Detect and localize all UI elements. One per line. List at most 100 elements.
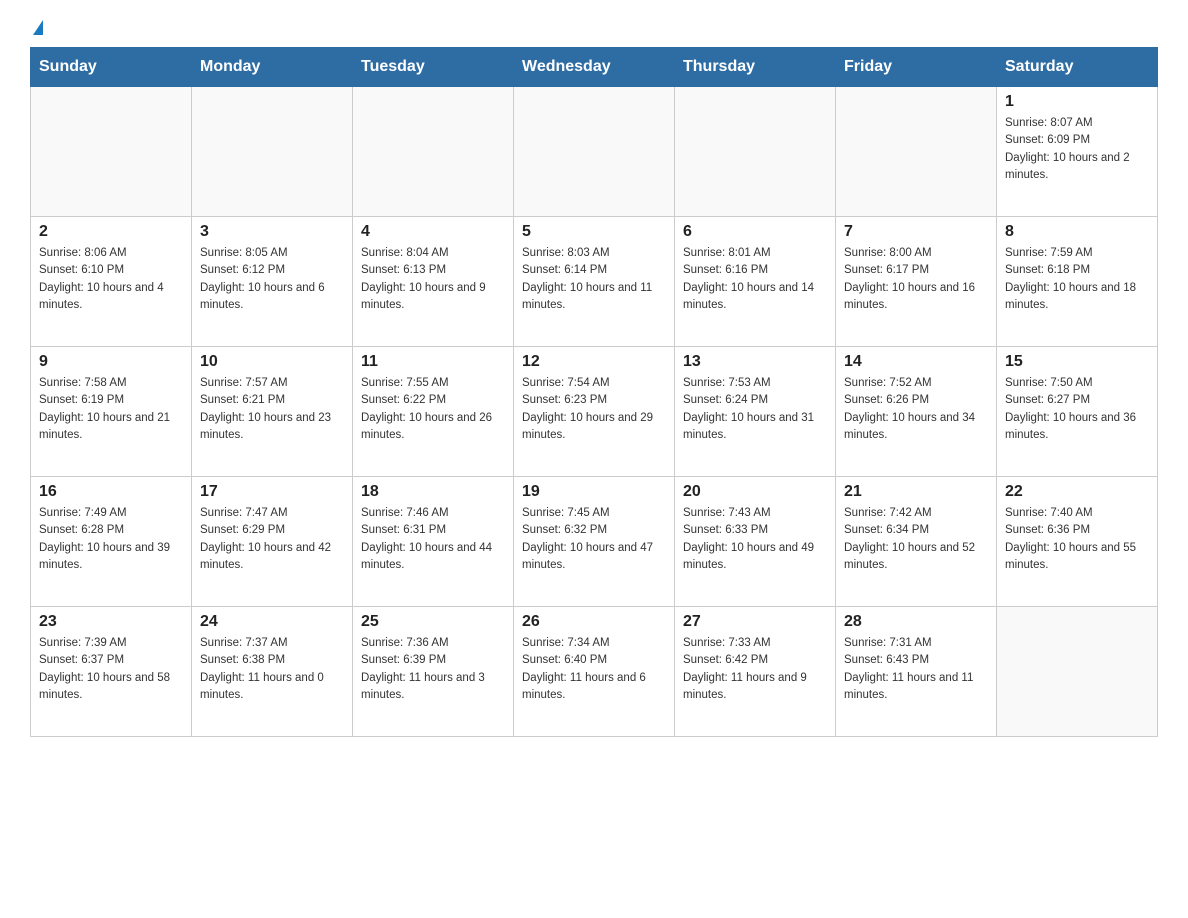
day-number: 19 <box>522 483 666 501</box>
day-info: Sunrise: 7:49 AMSunset: 6:28 PMDaylight:… <box>39 505 183 574</box>
weekday-header-saturday: Saturday <box>997 48 1158 87</box>
day-number: 25 <box>361 613 505 631</box>
day-number: 22 <box>1005 483 1149 501</box>
page-header <box>30 20 1158 37</box>
day-number: 11 <box>361 353 505 371</box>
calendar-cell: 8 Sunrise: 7:59 AMSunset: 6:18 PMDaylight… <box>997 217 1158 347</box>
day-number: 10 <box>200 353 344 371</box>
calendar-cell: 18 Sunrise: 7:46 AMSunset: 6:31 PMDayligh… <box>353 477 514 607</box>
day-number: 18 <box>361 483 505 501</box>
calendar-table: SundayMondayTuesdayWednesdayThursdayFrid… <box>30 47 1158 737</box>
logo <box>30 20 43 37</box>
day-number: 5 <box>522 223 666 241</box>
day-number: 20 <box>683 483 827 501</box>
weekday-header-friday: Friday <box>836 48 997 87</box>
calendar-cell: 16 Sunrise: 7:49 AMSunset: 6:28 PMDayligh… <box>31 477 192 607</box>
calendar-cell: 24 Sunrise: 7:37 AMSunset: 6:38 PMDayligh… <box>192 607 353 737</box>
calendar-cell: 15Sunrise: 7:50 AMSunset: 6:27 PMDayligh… <box>997 347 1158 477</box>
day-info: Sunrise: 8:06 AMSunset: 6:10 PMDaylight:… <box>39 245 183 314</box>
day-number: 28 <box>844 613 988 631</box>
day-number: 12 <box>522 353 666 371</box>
calendar-cell: 21Sunrise: 7:42 AMSunset: 6:34 PMDayligh… <box>836 477 997 607</box>
day-info: Sunrise: 7:37 AMSunset: 6:38 PMDaylight:… <box>200 635 344 704</box>
calendar-cell: 3 Sunrise: 8:05 AMSunset: 6:12 PMDaylight… <box>192 217 353 347</box>
day-number: 13 <box>683 353 827 371</box>
calendar-week-row-1: 1Sunrise: 8:07 AMSunset: 6:09 PMDaylight… <box>31 87 1158 217</box>
calendar-cell: 10 Sunrise: 7:57 AMSunset: 6:21 PMDayligh… <box>192 347 353 477</box>
day-info: Sunrise: 7:50 AMSunset: 6:27 PMDaylight:… <box>1005 375 1149 444</box>
calendar-cell: 4 Sunrise: 8:04 AMSunset: 6:13 PMDaylight… <box>353 217 514 347</box>
calendar-week-row-4: 16 Sunrise: 7:49 AMSunset: 6:28 PMDayligh… <box>31 477 1158 607</box>
day-info: Sunrise: 8:05 AMSunset: 6:12 PMDaylight:… <box>200 245 344 314</box>
calendar-cell: 27 Sunrise: 7:33 AMSunset: 6:42 PMDayligh… <box>675 607 836 737</box>
calendar-cell <box>192 87 353 217</box>
calendar-cell: 1Sunrise: 8:07 AMSunset: 6:09 PMDaylight… <box>997 87 1158 217</box>
day-info: Sunrise: 7:46 AMSunset: 6:31 PMDaylight:… <box>361 505 505 574</box>
day-info: Sunrise: 7:47 AMSunset: 6:29 PMDaylight:… <box>200 505 344 574</box>
calendar-cell: 22Sunrise: 7:40 AMSunset: 6:36 PMDayligh… <box>997 477 1158 607</box>
day-info: Sunrise: 7:34 AMSunset: 6:40 PMDaylight:… <box>522 635 666 704</box>
logo-triangle-icon <box>33 20 43 35</box>
calendar-cell <box>514 87 675 217</box>
weekday-header-row: SundayMondayTuesdayWednesdayThursdayFrid… <box>31 48 1158 87</box>
day-info: Sunrise: 7:58 AMSunset: 6:19 PMDaylight:… <box>39 375 183 444</box>
calendar-cell: 26 Sunrise: 7:34 AMSunset: 6:40 PMDayligh… <box>514 607 675 737</box>
calendar-week-row-3: 9Sunrise: 7:58 AMSunset: 6:19 PMDaylight… <box>31 347 1158 477</box>
calendar-week-row-5: 23 Sunrise: 7:39 AMSunset: 6:37 PMDayligh… <box>31 607 1158 737</box>
day-info: Sunrise: 7:59 AMSunset: 6:18 PMDaylight:… <box>1005 245 1149 314</box>
calendar-cell <box>31 87 192 217</box>
day-number: 26 <box>522 613 666 631</box>
calendar-cell: 2 Sunrise: 8:06 AMSunset: 6:10 PMDaylight… <box>31 217 192 347</box>
day-number: 27 <box>683 613 827 631</box>
day-info: Sunrise: 7:52 AMSunset: 6:26 PMDaylight:… <box>844 375 988 444</box>
calendar-week-row-2: 2 Sunrise: 8:06 AMSunset: 6:10 PMDaylight… <box>31 217 1158 347</box>
calendar-cell: 25 Sunrise: 7:36 AMSunset: 6:39 PMDayligh… <box>353 607 514 737</box>
day-info: Sunrise: 8:04 AMSunset: 6:13 PMDaylight:… <box>361 245 505 314</box>
day-info: Sunrise: 7:43 AMSunset: 6:33 PMDaylight:… <box>683 505 827 574</box>
calendar-cell: 9Sunrise: 7:58 AMSunset: 6:19 PMDaylight… <box>31 347 192 477</box>
calendar-cell: 11 Sunrise: 7:55 AMSunset: 6:22 PMDayligh… <box>353 347 514 477</box>
day-number: 6 <box>683 223 827 241</box>
day-number: 4 <box>361 223 505 241</box>
day-info: Sunrise: 7:54 AMSunset: 6:23 PMDaylight:… <box>522 375 666 444</box>
calendar-cell <box>675 87 836 217</box>
day-number: 21 <box>844 483 988 501</box>
day-info: Sunrise: 7:33 AMSunset: 6:42 PMDaylight:… <box>683 635 827 704</box>
calendar-cell: 23 Sunrise: 7:39 AMSunset: 6:37 PMDayligh… <box>31 607 192 737</box>
day-info: Sunrise: 7:39 AMSunset: 6:37 PMDaylight:… <box>39 635 183 704</box>
day-info: Sunrise: 7:57 AMSunset: 6:21 PMDaylight:… <box>200 375 344 444</box>
calendar-cell: 7Sunrise: 8:00 AMSunset: 6:17 PMDaylight… <box>836 217 997 347</box>
day-number: 8 <box>1005 223 1149 241</box>
calendar-cell: 12 Sunrise: 7:54 AMSunset: 6:23 PMDayligh… <box>514 347 675 477</box>
calendar-cell: 6 Sunrise: 8:01 AMSunset: 6:16 PMDaylight… <box>675 217 836 347</box>
calendar-cell: 5 Sunrise: 8:03 AMSunset: 6:14 PMDaylight… <box>514 217 675 347</box>
calendar-cell: 20 Sunrise: 7:43 AMSunset: 6:33 PMDayligh… <box>675 477 836 607</box>
day-number: 16 <box>39 483 183 501</box>
weekday-header-wednesday: Wednesday <box>514 48 675 87</box>
day-number: 24 <box>200 613 344 631</box>
calendar-cell: 17 Sunrise: 7:47 AMSunset: 6:29 PMDayligh… <box>192 477 353 607</box>
day-info: Sunrise: 8:01 AMSunset: 6:16 PMDaylight:… <box>683 245 827 314</box>
calendar-cell: 19Sunrise: 7:45 AMSunset: 6:32 PMDayligh… <box>514 477 675 607</box>
calendar-cell <box>997 607 1158 737</box>
day-info: Sunrise: 7:31 AMSunset: 6:43 PMDaylight:… <box>844 635 988 704</box>
day-info: Sunrise: 8:03 AMSunset: 6:14 PMDaylight:… <box>522 245 666 314</box>
day-info: Sunrise: 8:00 AMSunset: 6:17 PMDaylight:… <box>844 245 988 314</box>
day-number: 3 <box>200 223 344 241</box>
calendar-cell <box>836 87 997 217</box>
calendar-cell: 13 Sunrise: 7:53 AMSunset: 6:24 PMDayligh… <box>675 347 836 477</box>
day-info: Sunrise: 8:07 AMSunset: 6:09 PMDaylight:… <box>1005 115 1149 184</box>
weekday-header-thursday: Thursday <box>675 48 836 87</box>
day-number: 2 <box>39 223 183 241</box>
calendar-cell: 14 Sunrise: 7:52 AMSunset: 6:26 PMDayligh… <box>836 347 997 477</box>
calendar-cell <box>353 87 514 217</box>
weekday-header-monday: Monday <box>192 48 353 87</box>
day-number: 17 <box>200 483 344 501</box>
day-info: Sunrise: 7:53 AMSunset: 6:24 PMDaylight:… <box>683 375 827 444</box>
weekday-header-tuesday: Tuesday <box>353 48 514 87</box>
day-number: 14 <box>844 353 988 371</box>
day-info: Sunrise: 7:55 AMSunset: 6:22 PMDaylight:… <box>361 375 505 444</box>
day-number: 23 <box>39 613 183 631</box>
day-info: Sunrise: 7:36 AMSunset: 6:39 PMDaylight:… <box>361 635 505 704</box>
calendar-cell: 28 Sunrise: 7:31 AMSunset: 6:43 PMDayligh… <box>836 607 997 737</box>
